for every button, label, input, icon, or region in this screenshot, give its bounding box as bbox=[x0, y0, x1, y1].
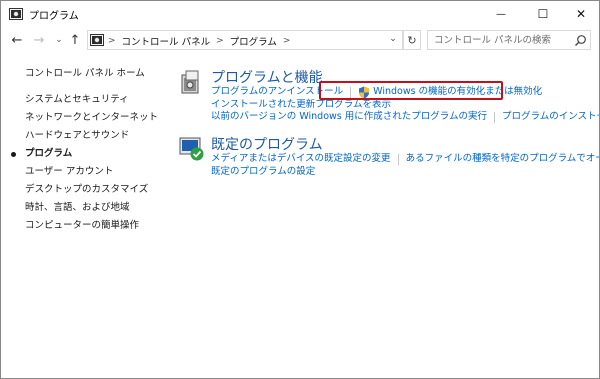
default-programs-links: メディアまたはデバイスの既定設定の変更 あるファイルの種類を特定のプログラムでオ… bbox=[211, 153, 599, 179]
back-arrow-icon: ← bbox=[11, 32, 23, 48]
breadcrumb: > コントロール パネル > プログラム > bbox=[108, 34, 290, 48]
forward-arrow-icon: → bbox=[33, 32, 45, 48]
sidebar-item-programs[interactable]: プログラム bbox=[11, 145, 165, 163]
maximize-button[interactable]: ☐ bbox=[523, 1, 563, 27]
sidebar-item-hardware-sound[interactable]: ハードウェアとサウンド bbox=[25, 127, 165, 145]
installed-updates-link[interactable]: インストールされた更新プログラムを表示 bbox=[211, 99, 391, 112]
programs-features-heading[interactable]: プログラムと機能 bbox=[211, 67, 323, 87]
address-bar[interactable]: > コントロール パネル > プログラム > bbox=[87, 30, 403, 50]
sidebar-item-label: プログラム bbox=[25, 148, 73, 159]
up-arrow-icon: ↑ bbox=[69, 32, 81, 48]
search-input[interactable] bbox=[434, 33, 564, 47]
breadcrumb-separator-icon[interactable]: > bbox=[283, 36, 291, 46]
program-compatibility-link[interactable]: 以前のバージョンの Windows 用に作成されたプログラムの実行 bbox=[211, 111, 487, 124]
sidebar-item-personalization[interactable]: デスクトップのカスタマイズ bbox=[25, 181, 165, 199]
refresh-button[interactable]: ↻ bbox=[403, 30, 421, 50]
up-button[interactable]: ↑ bbox=[67, 32, 83, 48]
sidebar-item-network-internet[interactable]: ネットワークとインターネット bbox=[25, 109, 165, 127]
sidebar-item-clock-region[interactable]: 時計、言語、および地域 bbox=[25, 199, 165, 217]
link-divider bbox=[397, 153, 399, 165]
back-button[interactable]: ← bbox=[9, 32, 25, 48]
programs-features-icon bbox=[179, 69, 205, 95]
default-programs-icon bbox=[179, 136, 205, 162]
control-panel-icon bbox=[9, 7, 23, 21]
sidebar-item-system-security[interactable]: システムとセキュリティ bbox=[25, 91, 165, 109]
refresh-icon: ↻ bbox=[407, 33, 417, 47]
recent-locations-button[interactable]: ⌄ bbox=[51, 32, 67, 48]
title-bar: プログラム — ☐ ✕ bbox=[1, 1, 599, 27]
highlight-box bbox=[319, 81, 503, 100]
forward-button[interactable]: → bbox=[31, 32, 47, 48]
close-icon: ✕ bbox=[575, 7, 587, 21]
control-panel-icon bbox=[90, 33, 104, 47]
sidebar: コントロール パネル ホーム システムとセキュリティ ネットワークとインターネッ… bbox=[11, 65, 165, 235]
close-button[interactable]: ✕ bbox=[561, 1, 599, 27]
default-programs-heading[interactable]: 既定のプログラム bbox=[211, 134, 323, 154]
search-box[interactable] bbox=[427, 30, 591, 50]
sidebar-item-user-accounts[interactable]: ユーザー アカウント bbox=[25, 163, 165, 181]
sidebar-item-ease-of-access[interactable]: コンピューターの簡単操作 bbox=[25, 217, 165, 235]
breadcrumb-separator-icon[interactable]: > bbox=[216, 36, 224, 46]
search-icon[interactable] bbox=[574, 34, 587, 47]
media-device-defaults-link[interactable]: メディアまたはデバイスの既定設定の変更 bbox=[211, 153, 391, 166]
maximize-icon: ☐ bbox=[537, 7, 549, 21]
breadcrumb-separator-icon[interactable]: > bbox=[108, 36, 116, 46]
window-title: プログラム bbox=[29, 11, 79, 22]
current-item-bullet-icon bbox=[11, 152, 16, 157]
minimize-icon: — bbox=[496, 8, 506, 20]
control-panel-window: プログラム — ☐ ✕ ← → ⌄ ↑ > コントロール パネル > プログラム… bbox=[0, 0, 600, 379]
chevron-down-icon: ⌄ bbox=[389, 34, 397, 44]
how-to-install-link[interactable]: プログラムのインストール方法 bbox=[502, 111, 599, 124]
file-type-association-link[interactable]: あるファイルの種類を特定のプログラムでオープン bbox=[406, 153, 599, 166]
breadcrumb-control-panel[interactable]: コントロール パネル bbox=[122, 34, 211, 48]
set-default-programs-link[interactable]: 既定のプログラムの設定 bbox=[211, 166, 315, 179]
breadcrumb-programs[interactable]: プログラム bbox=[230, 34, 277, 48]
minimize-button[interactable]: — bbox=[481, 1, 521, 27]
link-divider bbox=[493, 111, 495, 123]
address-history-button[interactable]: ⌄ bbox=[385, 30, 401, 48]
sidebar-item-home[interactable]: コントロール パネル ホーム bbox=[25, 65, 165, 83]
chevron-down-icon: ⌄ bbox=[55, 35, 63, 45]
